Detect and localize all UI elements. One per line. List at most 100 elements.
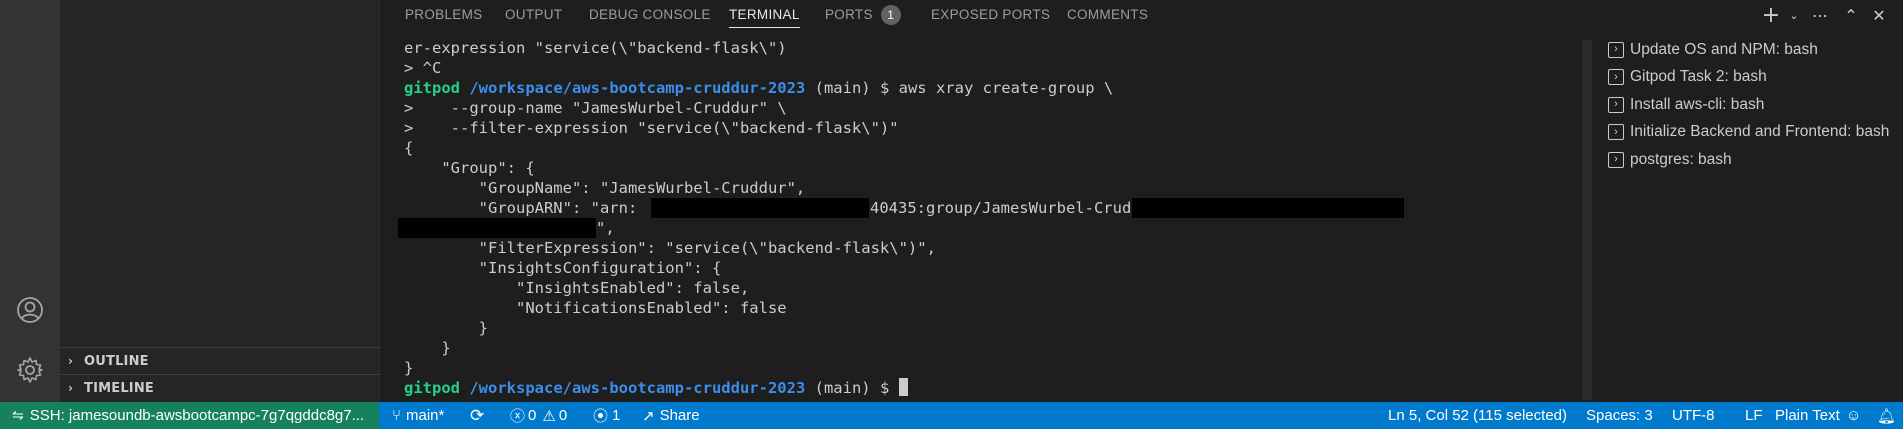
terminal-prompt-line: gitpod /workspace/aws-bootcamp-cruddur-2… bbox=[404, 78, 1564, 98]
terminal-list-item[interactable]: › Install aws-cli: bash bbox=[1608, 91, 1903, 119]
end-of-line[interactable]: LF bbox=[1745, 402, 1763, 429]
tab-label: EXPOSED PORTS bbox=[931, 7, 1051, 22]
terminal-line: "InsightsConfiguration": { bbox=[404, 259, 722, 277]
more-actions-icon[interactable]: ⋯ bbox=[1803, 4, 1837, 26]
warning-count: 0 bbox=[558, 407, 568, 424]
error-icon: ⓧ bbox=[510, 408, 526, 425]
panel-tabs: PROBLEMS OUTPUT DEBUG CONSOLE TERMINAL P… bbox=[380, 0, 1903, 30]
redacted-block bbox=[1132, 198, 1404, 218]
terminal-output[interactable]: er-expression "service(\"backend-flask\"… bbox=[398, 38, 1564, 402]
tab-output[interactable]: OUTPUT bbox=[505, 0, 562, 30]
arn-prefix: "GroupARN": "arn: bbox=[404, 199, 638, 217]
prompt-user: gitpod bbox=[404, 379, 460, 397]
outline-label: OUTLINE bbox=[84, 353, 149, 369]
share-label: Share bbox=[659, 407, 700, 424]
terminal-icon: › bbox=[1608, 69, 1624, 86]
terminal-icon: › bbox=[1608, 124, 1624, 141]
position-label: Ln 5, Col 52 (115 selected) bbox=[1388, 407, 1567, 424]
terminal-list-label: postgres: bash bbox=[1630, 150, 1732, 168]
encoding-label: UTF-8 bbox=[1672, 407, 1715, 424]
sidebar: › OUTLINE › TIMELINE bbox=[60, 0, 380, 402]
git-branch-icon: ⑂ bbox=[392, 407, 402, 424]
terminal-arn-line: "GroupARN": "arn: 40435:group/JamesWurbel… bbox=[404, 198, 1564, 218]
new-terminal-icon[interactable]: + bbox=[1757, 3, 1785, 28]
tab-ports[interactable]: PORTS 1 bbox=[825, 0, 901, 30]
tab-problems[interactable]: PROBLEMS bbox=[405, 0, 482, 30]
branch-indicator[interactable]: ⑂ main* bbox=[392, 402, 444, 429]
panel-actions: + ⌄ ⋯ ⌃ ✕ bbox=[1757, 3, 1893, 28]
remote-label: SSH: jamesoundb-awsbootcampc-7g7qgddc8g7… bbox=[29, 407, 365, 424]
spaces-label: Spaces: 3 bbox=[1586, 407, 1653, 424]
chevron-down-icon[interactable]: ⌄ bbox=[1785, 4, 1803, 26]
maximize-panel-icon[interactable]: ⌃ bbox=[1837, 4, 1865, 26]
terminal-list-item[interactable]: › Gitpod Task 2: bash bbox=[1608, 64, 1903, 92]
terminal-line: > --group-name "JamesWurbel-Cruddur" \ bbox=[404, 99, 787, 117]
terminal-line: { bbox=[404, 139, 414, 157]
eol-label: LF bbox=[1745, 407, 1763, 424]
share-button[interactable]: ↗ Share bbox=[642, 402, 700, 429]
tab-label: OUTPUT bbox=[505, 7, 563, 22]
chevron-right-icon: › bbox=[68, 354, 74, 368]
chevron-right-icon: › bbox=[68, 381, 74, 395]
feedback-icon: ☺ bbox=[1846, 407, 1862, 424]
terminal-list-item[interactable]: › Initialize Backend and Frontend: bash bbox=[1608, 119, 1903, 147]
sync-icon: ⟳ bbox=[470, 405, 485, 425]
redacted-block bbox=[651, 198, 869, 218]
tab-exposed-ports[interactable]: EXPOSED PORTS bbox=[931, 0, 1050, 30]
prompt-path: /workspace/aws-bootcamp-cruddur-2023 bbox=[469, 79, 806, 97]
sync-button[interactable]: ⟳ bbox=[470, 402, 484, 429]
terminal-list: › Update OS and NPM: bash › Gitpod Task 2:… bbox=[1608, 36, 1903, 174]
status-bar: ⇋ SSH: jamesoundb-awsbootcampc-7g7qgddc8… bbox=[0, 402, 1903, 429]
terminal-line: > ^C bbox=[404, 59, 442, 77]
error-count: 0 bbox=[528, 407, 537, 424]
accounts-icon[interactable] bbox=[15, 295, 45, 325]
language-label: Plain Text bbox=[1775, 407, 1840, 424]
indentation[interactable]: Spaces: 3 bbox=[1586, 402, 1653, 429]
close-icon[interactable]: ✕ bbox=[1865, 4, 1893, 26]
terminal-list-item[interactable]: › Update OS and NPM: bash bbox=[1608, 36, 1903, 64]
tab-label: PORTS bbox=[825, 7, 873, 22]
activity-bar bbox=[0, 0, 60, 402]
gear-icon[interactable] bbox=[15, 355, 45, 385]
problems-indicator[interactable]: ⓧ 0 ⚠ 0 bbox=[510, 402, 567, 429]
outline-section[interactable]: › OUTLINE bbox=[60, 347, 380, 374]
feedback-button[interactable]: ☺ bbox=[1846, 402, 1861, 429]
terminal-icon: › bbox=[1608, 151, 1624, 168]
terminal-scrollbar[interactable] bbox=[1582, 40, 1592, 400]
tab-label: PROBLEMS bbox=[405, 7, 483, 22]
terminal-list-label: Update OS and NPM: bash bbox=[1630, 40, 1818, 58]
broadcast-icon: ⦿ bbox=[593, 408, 609, 425]
arn-suffix: 40435:group/JamesWurbel-Cruddur/ bbox=[870, 199, 1169, 217]
terminal-cursor bbox=[898, 378, 908, 396]
tab-debug-console[interactable]: DEBUG CONSOLE bbox=[589, 0, 711, 30]
prompt-branch: (main) $ bbox=[805, 379, 899, 397]
terminal-list-item[interactable]: › postgres: bash bbox=[1608, 146, 1903, 174]
prompt-branch: (main) $ bbox=[805, 79, 899, 97]
terminal-icon: › bbox=[1608, 41, 1624, 58]
terminal-line: > --filter-expression "service(\"backend… bbox=[404, 119, 899, 137]
remote-indicator[interactable]: ⇋ SSH: jamesoundb-awsbootcampc-7g7qgddc8… bbox=[0, 402, 379, 429]
terminal-line: } bbox=[404, 319, 488, 337]
language-mode[interactable]: Plain Text bbox=[1775, 402, 1840, 429]
tab-terminal[interactable]: TERMINAL bbox=[729, 0, 800, 30]
terminal-line: } bbox=[404, 359, 414, 377]
terminal-line: er-expression "service(\"backend-flask\"… bbox=[404, 39, 787, 57]
terminal-line: "GroupName": "JamesWurbel-Cruddur", bbox=[404, 179, 806, 197]
cursor-position[interactable]: Ln 5, Col 52 (115 selected) bbox=[1388, 402, 1567, 429]
bottom-panel: PROBLEMS OUTPUT DEBUG CONSOLE TERMINAL P… bbox=[380, 0, 1903, 402]
warning-icon: ⚠ bbox=[542, 407, 556, 425]
encoding[interactable]: UTF-8 bbox=[1672, 402, 1715, 429]
ports-indicator[interactable]: ⦿ 1 bbox=[593, 402, 620, 429]
terminal-list-label: Gitpod Task 2: bash bbox=[1630, 68, 1767, 86]
terminal-line: "FilterExpression": "service(\"backend-f… bbox=[404, 239, 936, 257]
terminal-command: aws xray create-group \ bbox=[898, 79, 1114, 97]
prompt-path: /workspace/aws-bootcamp-cruddur-2023 bbox=[469, 379, 806, 397]
tab-label: DEBUG CONSOLE bbox=[589, 7, 711, 22]
redacted-block bbox=[398, 218, 596, 238]
timeline-section[interactable]: › TIMELINE bbox=[60, 374, 380, 401]
timeline-label: TIMELINE bbox=[84, 380, 155, 396]
notifications-button[interactable]: 🔔︎ bbox=[1877, 402, 1896, 429]
tab-label: TERMINAL bbox=[729, 7, 800, 22]
tab-comments[interactable]: COMMENTS bbox=[1067, 0, 1148, 30]
ports-count: 1 bbox=[612, 407, 621, 424]
